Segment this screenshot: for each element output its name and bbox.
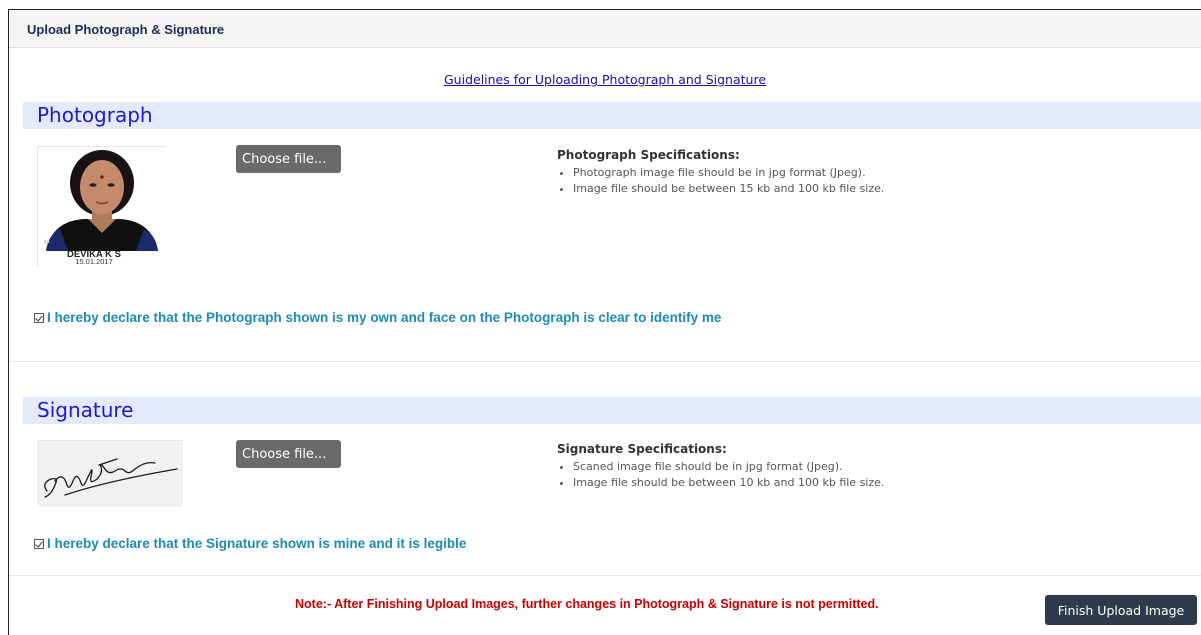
signature-declaration-text: I hereby declare that the Signature show… [47,536,467,551]
footer-divider [9,575,1201,576]
signature-image [37,441,183,507]
signature-preview [37,440,183,507]
upload-panel: Upload Photograph & Signature Guidelines… [8,9,1201,635]
photograph-specs-title: Photograph Specifications: [557,148,740,162]
photograph-declaration-checkbox[interactable] [34,312,44,323]
signature-spec-item: Image file should be between 10 kb and 1… [573,475,884,491]
section-divider [9,361,1201,362]
photograph-declaration-text: I hereby declare that the Photograph sho… [47,310,722,325]
photograph-declaration: I hereby declare that the Photograph sho… [34,310,721,325]
signature-choose-file-button[interactable]: Choose file... [236,440,341,468]
signature-specs-list: Scaned image file should be in jpg forma… [557,459,884,491]
photo-caption-date: 15.01.2017 [75,257,113,266]
signature-section-title: Signature [23,397,1201,424]
guidelines-link[interactable]: Guidelines for Uploading Photograph and … [444,72,766,87]
photograph-spec-item: Image file should be between 15 kb and 1… [573,181,884,197]
photograph-choose-file-button[interactable]: Choose file... [236,145,341,173]
guidelines-container: Guidelines for Uploading Photograph and … [9,72,1201,87]
photograph-spec-item: Photograph image file should be in jpg f… [573,165,884,181]
signature-specs-title: Signature Specifications: [557,442,727,456]
photograph-specs: Photograph Specifications: Photograph im… [557,148,884,197]
signature-spec-item: Scaned image file should be in jpg forma… [573,459,884,475]
photograph-section-title: Photograph [23,102,1201,129]
photograph-specs-list: Photograph image file should be in jpg f… [557,165,884,197]
upload-note: Note:- After Finishing Upload Images, fu… [295,597,879,611]
photograph-preview: DEVIKA K S 15.01.2017 [37,146,166,267]
finish-upload-button[interactable]: Finish Upload Image [1045,595,1197,625]
panel-title: Upload Photograph & Signature [9,10,1201,48]
signature-specs: Signature Specifications: Scaned image f… [557,442,884,491]
signature-declaration-checkbox[interactable] [34,538,44,549]
signature-declaration: I hereby declare that the Signature show… [34,536,466,551]
